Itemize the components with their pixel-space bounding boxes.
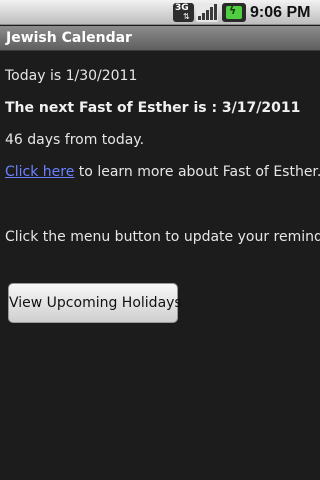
network-3g-icon: 3G ⇅ <box>173 3 194 22</box>
title-bar: Jewish Calendar <box>0 26 320 51</box>
signal-strength-icon <box>196 3 218 22</box>
status-bar: 3G ⇅ ϟ 9:06 PM <box>0 0 320 25</box>
view-upcoming-holidays-button[interactable]: View Upcoming Holidays <box>8 283 182 323</box>
click-here-link[interactable]: Click here <box>5 164 74 180</box>
app-screen: 3G ⇅ ϟ 9:06 PM Jewish Calendar Today is … <box>0 0 320 480</box>
charging-bolt-icon: ϟ <box>229 4 237 17</box>
app-title: Jewish Calendar <box>6 30 132 46</box>
menu-hint-text: Click the menu button to update your rem… <box>5 229 320 245</box>
learn-more-line: Click here to learn more about Fast of E… <box>5 163 320 181</box>
battery-charging-icon: ϟ <box>222 3 246 22</box>
days-until-text: 46 days from today. <box>5 132 145 148</box>
next-fast-text: The next Fast of Esther is : 3/17/2011 <box>5 100 301 116</box>
status-clock: 9:06 PM <box>250 4 311 21</box>
data-activity-icon: ⇅ <box>183 12 190 21</box>
learn-more-text: to learn more about Fast of Esther. <box>74 164 320 180</box>
today-date-text: Today is 1/30/2011 <box>5 68 138 84</box>
